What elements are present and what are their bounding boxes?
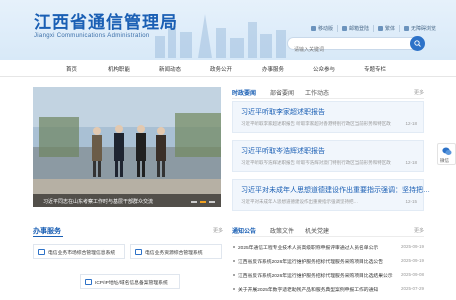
carousel-photo bbox=[33, 87, 221, 207]
wechat-icon bbox=[442, 147, 452, 155]
service-button-resource-system[interactable]: 电信业务资源综合管理系统 bbox=[130, 244, 222, 259]
system-icon bbox=[38, 249, 45, 255]
service-button-label: 电信业务市场综合管理信息系统 bbox=[48, 251, 116, 256]
tab-party-building[interactable]: 机关党建 bbox=[305, 226, 329, 235]
news-card[interactable]: 习近平听取李家超述职报告 习近平听取李家超述职报告 听取李家超对香港特别行政区当… bbox=[232, 101, 424, 133]
news-tabs: 时政要闻 部省要闻 工作动态 更多 bbox=[232, 87, 424, 99]
notice-tabs: 通知公告 政策文件 机关党建 更多 bbox=[232, 226, 424, 237]
nav-services[interactable]: 办事服务 bbox=[262, 65, 284, 73]
list-item[interactable]: 江西省反诈系统2026年运行维护服务招标代理服务采购项目比选公告 2025-09… bbox=[232, 257, 424, 267]
tab-current-affairs[interactable]: 时政要闻 bbox=[232, 88, 256, 97]
notice-date: 2025-09-08 bbox=[400, 272, 424, 277]
mail-icon bbox=[341, 26, 347, 31]
carousel-caption: 习近平同志在山东考察工作时与基层干部群众交流 bbox=[43, 199, 154, 205]
service-button-icp-filing[interactable]: ICP/IP地址/域名信息备案管理系统 bbox=[80, 274, 180, 289]
notice-date: 2025-07-29 bbox=[400, 286, 424, 291]
nav-functions[interactable]: 机构职能 bbox=[108, 65, 130, 73]
notice-title: 江西省反诈系统2026年运行维护服务招标代理服务采购项目比选公告 bbox=[238, 260, 383, 265]
tab-policy-docs[interactable]: 政策文件 bbox=[270, 226, 294, 235]
tab-ministry-news[interactable]: 部省要闻 bbox=[270, 88, 294, 97]
wechat-float-button[interactable]: 微信 bbox=[437, 143, 456, 165]
search-box bbox=[287, 37, 422, 56]
carousel-dot-active[interactable] bbox=[200, 201, 206, 203]
news-card[interactable]: 习近平听取岑浩辉述职报告 习近平听取岑浩辉述职报告 听取岑浩辉对澳门特别行政区当… bbox=[232, 140, 424, 172]
notice-title: 关于开展2025年数字适老助残产品和服务典型案例申报工作的通知 bbox=[238, 288, 379, 293]
accessibility-link[interactable]: 无障碍浏览 bbox=[400, 25, 440, 32]
service-button-label: 电信业务资源综合管理系统 bbox=[145, 251, 203, 256]
search-button[interactable] bbox=[410, 36, 425, 51]
site-header: 江西省通信管理局 Jiangxi Communications Administ… bbox=[0, 0, 456, 60]
main-nav: 首页 机构职能 新闻动态 政务公开 办事服务 公众参与 专题专栏 bbox=[0, 60, 456, 77]
notices-more-link[interactable]: 更多 bbox=[414, 227, 424, 234]
system-icon bbox=[85, 279, 92, 285]
nav-gov-affairs[interactable]: 政务公开 bbox=[210, 65, 232, 73]
bullet-icon bbox=[233, 288, 235, 290]
news-more-link[interactable]: 更多 bbox=[414, 89, 424, 96]
traditional-link[interactable]: 繁体 bbox=[374, 25, 400, 32]
bullet-icon bbox=[233, 260, 235, 262]
system-icon bbox=[135, 249, 142, 255]
mail-link-label: 邮箱登陆 bbox=[348, 26, 369, 32]
notice-title: 2025年通信工程专业技术人员高级职称申报评审通过人员名单公示 bbox=[238, 246, 379, 251]
services-header: 办事服务 更多 bbox=[33, 226, 223, 237]
bullet-icon bbox=[233, 246, 235, 248]
mobile-link-label: 移动版 bbox=[317, 26, 333, 32]
notice-date: 2025-09-19 bbox=[400, 258, 424, 263]
site-subtitle: Jiangxi Communications Administration bbox=[34, 33, 150, 39]
accessibility-link-label: 无障碍浏览 bbox=[410, 26, 436, 32]
mobile-icon bbox=[310, 26, 316, 31]
tab-work-updates[interactable]: 工作动态 bbox=[305, 88, 329, 97]
notice-title: 江西省反诈系统2026年运行维护服务招标代理服务采购项目比选结果公示 bbox=[238, 274, 393, 279]
news-card-desc: 习近平听取李家超述职报告 听取李家超对香港特别行政区当前形势和特区政府工作情况的… bbox=[241, 121, 391, 126]
accessibility-icon bbox=[403, 26, 409, 31]
list-item[interactable]: 关于开展2025年数字适老助残产品和服务典型案例申报工作的通知 2025-07-… bbox=[232, 285, 424, 295]
nav-home[interactable]: 首页 bbox=[66, 65, 77, 73]
list-item[interactable]: 江西省反诈系统2026年运行维护服务招标代理服务采购项目比选结果公示 2025-… bbox=[232, 271, 424, 281]
site-title[interactable]: 江西省通信管理局 bbox=[34, 8, 178, 33]
carousel-dot[interactable] bbox=[209, 201, 215, 203]
news-card[interactable]: 习近平对未成年人思想道德建设作出重要指示强调：坚持把… 习近平对未成年人思想道德… bbox=[232, 179, 430, 211]
carousel-dot[interactable] bbox=[191, 201, 197, 203]
bullet-icon bbox=[233, 274, 235, 276]
service-button-label: ICP/IP地址/域名信息备案管理系统 bbox=[95, 281, 168, 286]
nav-news[interactable]: 新闻动态 bbox=[159, 65, 181, 73]
top-links: 移动版 邮箱登陆 繁体 无障碍浏览 bbox=[307, 25, 440, 32]
news-card-date: 12-18 bbox=[405, 160, 417, 165]
carousel-dots bbox=[191, 201, 215, 203]
traditional-icon bbox=[377, 26, 383, 31]
services-title-underline bbox=[33, 236, 63, 237]
news-card-title: 习近平听取岑浩辉述职报告 bbox=[241, 148, 325, 155]
mobile-link[interactable]: 移动版 bbox=[307, 25, 338, 32]
wechat-label: 微信 bbox=[440, 158, 449, 163]
services-title: 办事服务 bbox=[33, 228, 61, 235]
services-more-link[interactable]: 更多 bbox=[213, 227, 223, 234]
mail-link[interactable]: 邮箱登陆 bbox=[338, 25, 374, 32]
traditional-link-label: 繁体 bbox=[384, 26, 395, 32]
notice-date: 2025-09-19 bbox=[400, 244, 424, 249]
list-item[interactable]: 2025年通信工程专业技术人员高级职称申报评审通过人员名单公示 2025-09-… bbox=[232, 243, 424, 253]
search-icon bbox=[414, 40, 421, 47]
news-card-title: 习近平对未成年人思想道德建设作出重要指示强调：坚持把… bbox=[241, 187, 430, 194]
service-button-market-system[interactable]: 电信业务市场综合管理信息系统 bbox=[33, 244, 125, 259]
news-carousel[interactable]: 习近平同志在山东考察工作时与基层干部群众交流 bbox=[33, 87, 221, 207]
news-card-date: 12-18 bbox=[405, 121, 417, 126]
nav-participation[interactable]: 公众参与 bbox=[313, 65, 335, 73]
news-card-title: 习近平听取李家超述职报告 bbox=[241, 109, 325, 116]
news-card-date: 12-15 bbox=[405, 199, 417, 204]
search-input[interactable] bbox=[288, 44, 403, 56]
news-card-desc: 习近平听取岑浩辉述职报告 听取岑浩辉对澳门特别行政区当前形势和特区政府工作情况的… bbox=[241, 160, 391, 165]
nav-topics[interactable]: 专题专栏 bbox=[364, 65, 386, 73]
news-card-desc: 习近平对未成年人思想道德建设作出重要指示强调坚持把… bbox=[241, 199, 358, 204]
tab-notices[interactable]: 通知公告 bbox=[232, 226, 256, 235]
